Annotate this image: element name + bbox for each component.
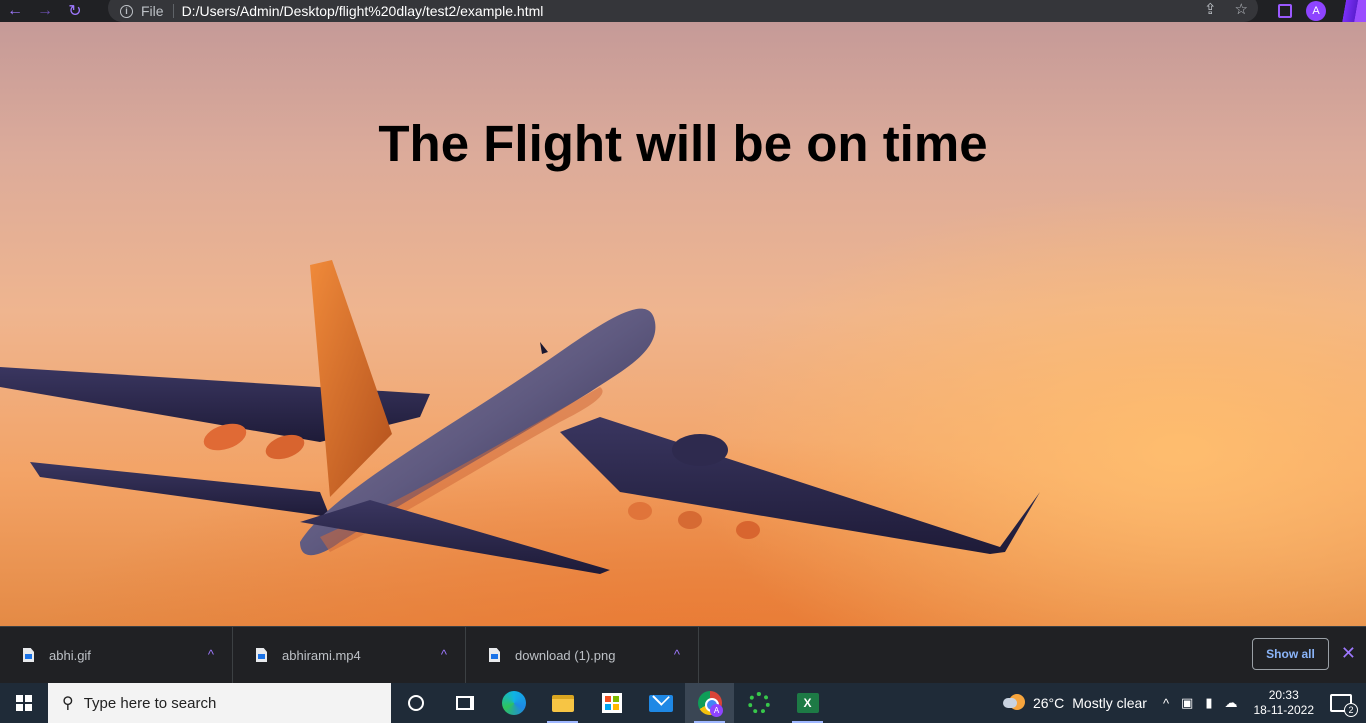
browser-menu-icon[interactable] [1340, 0, 1366, 22]
address-bar[interactable]: i File D:/Users/Admin/Desktop/flight%20d… [108, 0, 1258, 22]
store-icon [601, 693, 622, 713]
chrome-profile-badge: A [710, 704, 723, 717]
notification-count: 2 [1344, 703, 1358, 717]
scheme-label: File [141, 3, 164, 19]
meet-now-icon[interactable]: ▣ [1181, 695, 1193, 711]
toolbar-right: A [1278, 0, 1366, 22]
edge-icon [501, 691, 526, 715]
clock-time: 20:33 [1268, 688, 1299, 702]
address-separator [172, 4, 174, 18]
cortana-icon [407, 695, 424, 711]
address-bar-actions: ⇪ ☆ [1204, 0, 1248, 18]
clock-date: 18-11-2022 [1253, 703, 1315, 717]
side-panel-icon[interactable] [1278, 4, 1292, 18]
profile-avatar[interactable]: A [1306, 1, 1326, 21]
download-filename: abhi.gif [49, 647, 91, 663]
cortana-button[interactable] [391, 683, 440, 723]
taskbar-search[interactable]: ⚲ Type here to search [48, 683, 391, 723]
file-icon [23, 648, 34, 662]
clock[interactable]: 20:33 18-11-2022 [1254, 688, 1315, 718]
network-icon[interactable]: ☁ [1225, 695, 1238, 711]
back-button[interactable]: ← [0, 0, 30, 22]
info-icon[interactable]: i [120, 4, 133, 18]
folder-icon [551, 694, 574, 712]
forward-arrow-icon: → [37, 2, 53, 19]
chevron-up-icon[interactable]: ^ [441, 647, 447, 662]
system-tray: 26°C Mostly clear ^ ▣ ▮ ☁ 20:33 18-11-20… [1002, 683, 1366, 723]
download-filename: abhirami.mp4 [282, 647, 361, 663]
download-item[interactable]: abhi.gif ^ [0, 626, 233, 684]
download-filename: download (1).png [515, 647, 616, 663]
edge-button[interactable] [489, 683, 538, 723]
mail-icon [648, 694, 673, 712]
notification-icon[interactable]: 2 [1330, 694, 1358, 717]
battery-icon[interactable]: ▮ [1205, 695, 1212, 711]
taskbar: ⚲ Type here to search A X 26°C Mostly cl… [0, 683, 1366, 723]
store-button[interactable] [587, 683, 636, 723]
download-item[interactable]: download (1).png ^ [466, 626, 699, 684]
page-viewport: The Flight will be on time [0, 22, 1366, 626]
close-icon[interactable]: ✕ [1341, 643, 1356, 664]
reload-button[interactable]: ↻ [60, 0, 90, 22]
bookmark-star-icon[interactable]: ☆ [1235, 0, 1248, 18]
page-title: The Flight will be on time [378, 115, 988, 172]
app-button[interactable] [734, 683, 783, 723]
url-text[interactable]: D:/Users/Admin/Desktop/flight%20dlay/tes… [182, 3, 544, 19]
download-item[interactable]: abhirami.mp4 ^ [233, 626, 466, 684]
file-icon [489, 648, 500, 662]
excel-icon: X [796, 693, 819, 713]
chrome-button[interactable]: A [685, 683, 734, 723]
search-icon: ⚲ [62, 695, 74, 712]
download-shelf: abhi.gif ^ abhirami.mp4 ^ download (1).p… [0, 626, 1366, 684]
tray-chevron-icon[interactable]: ^ [1163, 696, 1169, 711]
forward-button[interactable]: → [30, 0, 60, 22]
excel-button[interactable]: X [783, 683, 832, 723]
chevron-up-icon[interactable]: ^ [208, 647, 214, 662]
browser-toolbar: ← → ↻ i File D:/Users/Admin/Desktop/flig… [0, 0, 1366, 22]
loading-ring-icon [747, 692, 770, 714]
weather-condition[interactable]: Mostly clear [1072, 695, 1147, 711]
task-view-icon [455, 696, 474, 710]
mail-button[interactable] [636, 683, 685, 723]
reload-icon: ↻ [68, 3, 82, 20]
search-placeholder: Type here to search [83, 694, 217, 712]
weather-temperature[interactable]: 26°C [1033, 695, 1064, 711]
show-all-button[interactable]: Show all [1252, 638, 1329, 670]
airplane-image [0, 260, 1040, 574]
windows-logo-icon [16, 695, 32, 711]
file-icon [256, 648, 267, 662]
chevron-up-icon[interactable]: ^ [674, 647, 680, 662]
task-view-button[interactable] [440, 683, 489, 723]
back-arrow-icon: ← [7, 2, 23, 19]
file-explorer-button[interactable] [538, 683, 587, 723]
share-icon[interactable]: ⇪ [1204, 0, 1217, 18]
weather-icon[interactable] [1002, 694, 1025, 712]
start-button[interactable] [0, 683, 48, 723]
